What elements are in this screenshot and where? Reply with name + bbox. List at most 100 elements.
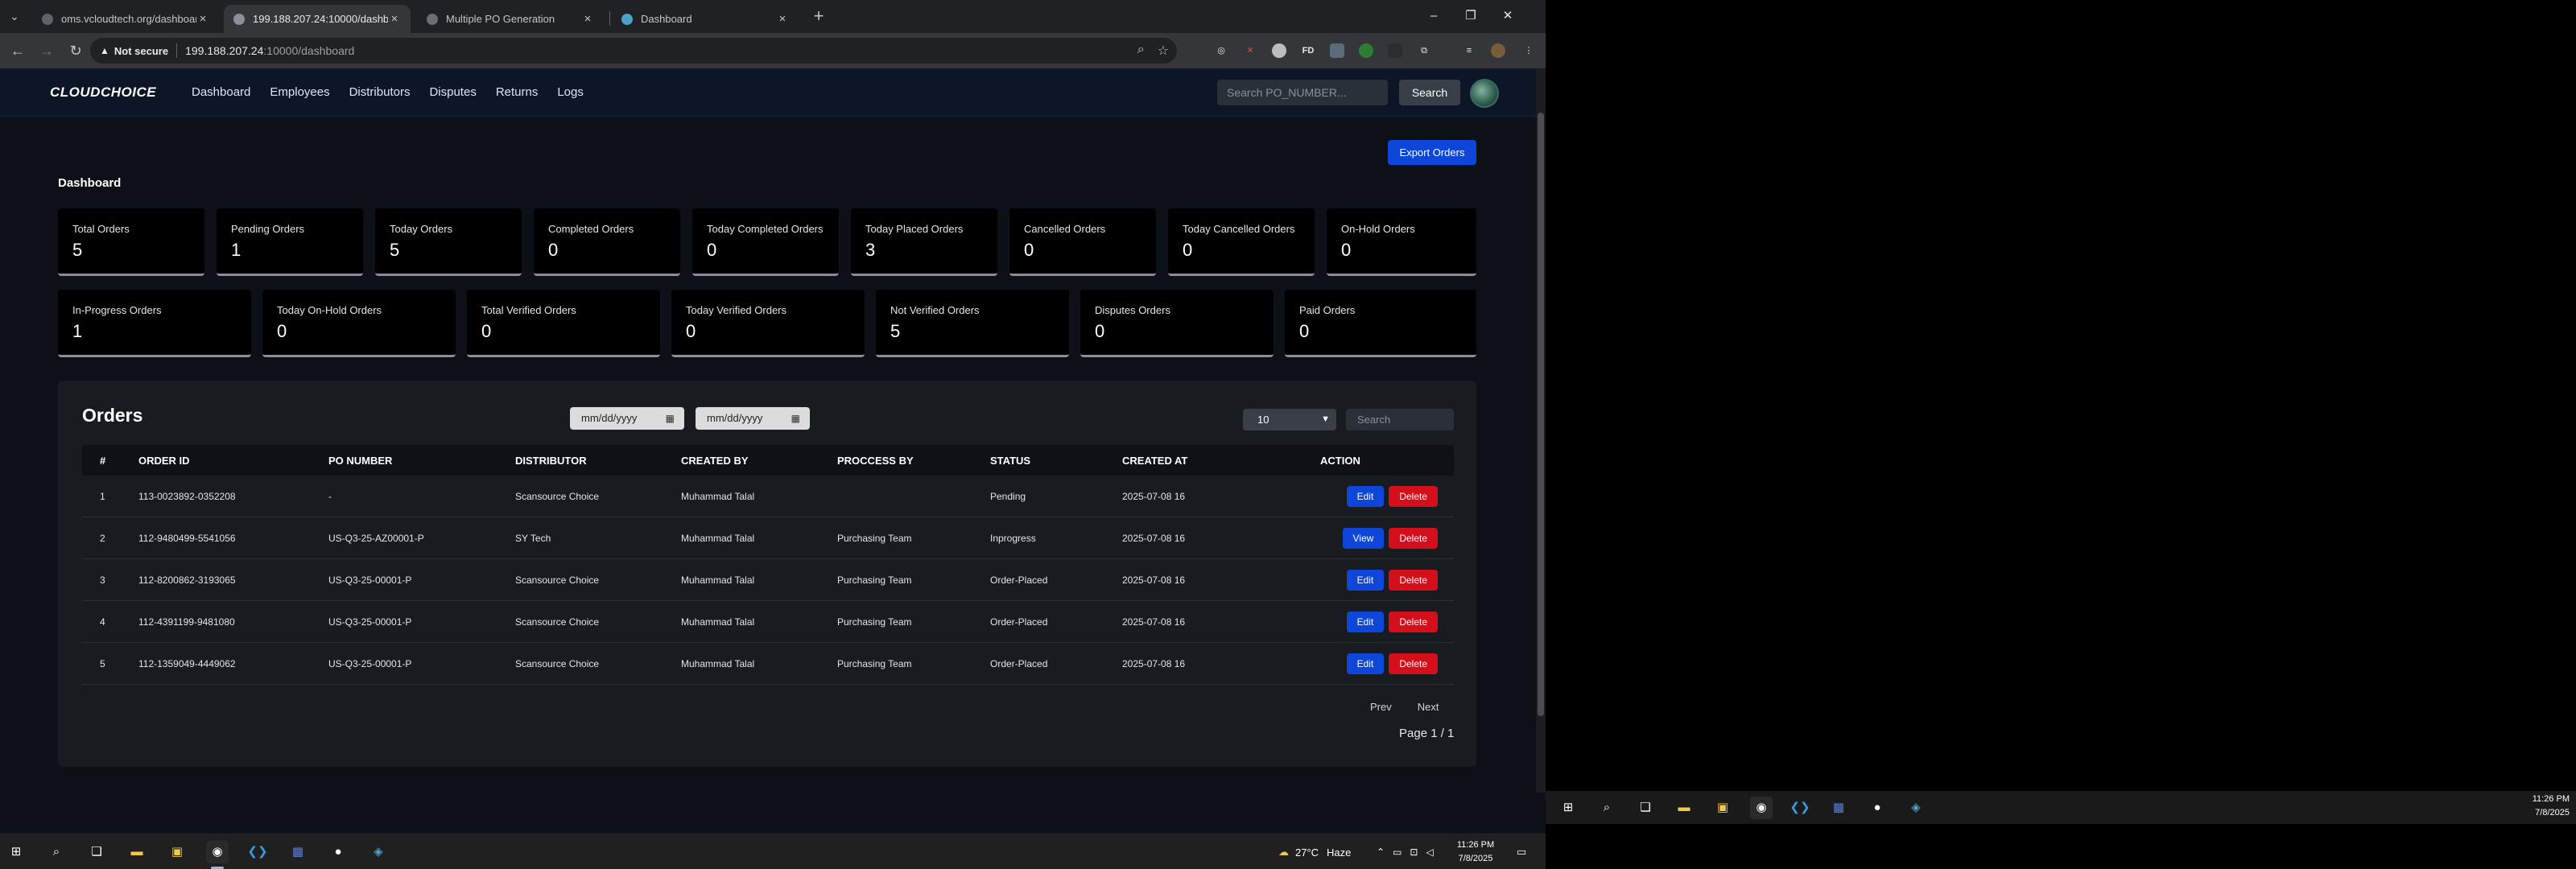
cell-num: 4 xyxy=(100,616,105,628)
back-icon[interactable]: ← xyxy=(8,41,27,60)
edit-button[interactable]: Edit xyxy=(1346,569,1385,591)
battery-icon[interactable]: ▭ xyxy=(1393,846,1402,858)
security-indicator[interactable]: ▲ Not secure xyxy=(100,45,168,57)
blocked-extension-icon[interactable]: ✕ xyxy=(1243,43,1257,58)
task-view-icon[interactable]: ❏ xyxy=(1634,797,1657,819)
nav-link-returns[interactable]: Returns xyxy=(496,85,539,99)
start-date-input[interactable]: mm/dd/yyyy ▦ xyxy=(570,407,684,430)
app-circle-icon[interactable]: ● xyxy=(327,841,349,863)
app-logo-icon[interactable]: ◈ xyxy=(1905,797,1927,819)
vscode-icon[interactable]: ❮❯ xyxy=(1789,797,1811,819)
close-window-icon[interactable]: ✕ xyxy=(1489,5,1526,27)
calendar-icon[interactable]: ▦ xyxy=(666,407,675,430)
browser-tab-3[interactable]: Multiple PO Generation × xyxy=(417,5,604,33)
chrome-icon[interactable]: ◉ xyxy=(206,841,229,863)
browser-tab-1[interactable]: oms.vcloudtech.org/dashboard × xyxy=(32,5,219,33)
prev-page-button[interactable]: Prev xyxy=(1370,701,1392,713)
search-button[interactable]: Search xyxy=(1399,80,1460,105)
page-size-select[interactable]: 10 ▼ xyxy=(1243,409,1336,430)
windows-start-icon[interactable]: ⊞ xyxy=(1557,797,1579,819)
edit-button[interactable]: Edit xyxy=(1346,485,1385,507)
nav-link-dashboard[interactable]: Dashboard xyxy=(192,85,250,99)
vscode-icon[interactable]: ❮❯ xyxy=(246,841,269,863)
search-icon[interactable]: ⌕ xyxy=(45,841,68,863)
close-tab-icon[interactable]: × xyxy=(196,12,209,26)
edit-button[interactable]: Edit xyxy=(1346,611,1385,632)
new-tab-icon[interactable]: + xyxy=(809,7,828,27)
secondary-taskbar-clock[interactable]: 11:26 PM 7/8/2025 xyxy=(2528,793,2576,820)
dark-extension-icon[interactable] xyxy=(1388,43,1402,58)
view-button[interactable]: View xyxy=(1342,527,1385,549)
table-search-input[interactable]: Search xyxy=(1346,409,1454,430)
menu-kebab-icon[interactable]: ⋮ xyxy=(1521,43,1536,58)
edit-button[interactable]: Edit xyxy=(1346,653,1385,674)
url-host: 199.188.207.24 xyxy=(185,44,264,57)
minimize-icon[interactable]: – xyxy=(1415,5,1452,27)
browser-tab-2[interactable]: 199.188.207.24:10000/dashboard × xyxy=(224,5,411,33)
delete-button[interactable]: Delete xyxy=(1389,611,1438,632)
tray-chevron-icon[interactable]: ⌃ xyxy=(1377,846,1385,858)
browser-tabstrip: ⌄ oms.vcloudtech.org/dashboard × 199.188… xyxy=(0,0,1546,33)
puzzle-extensions-icon[interactable]: ⧉ xyxy=(1417,43,1431,58)
restore-icon[interactable]: ❐ xyxy=(1452,5,1489,27)
bookmark-star-icon[interactable]: ☆ xyxy=(1158,43,1169,59)
end-date-input[interactable]: mm/dd/yyyy ▦ xyxy=(696,407,810,430)
page-scrollbar-thumb[interactable] xyxy=(1538,113,1544,716)
image-extension-icon[interactable] xyxy=(1330,43,1344,58)
network-icon[interactable]: ⊡ xyxy=(1410,846,1418,858)
shield-extension-icon[interactable] xyxy=(1359,43,1373,58)
tab-search-icon[interactable]: ⌄ xyxy=(6,8,23,24)
delete-button[interactable]: Delete xyxy=(1389,485,1438,507)
volume-icon[interactable]: ◁ xyxy=(1426,846,1433,858)
weather-widget[interactable]: ☁ 27°C Haze xyxy=(1278,834,1351,869)
next-page-button[interactable]: Next xyxy=(1418,701,1439,713)
zoom-app-icon[interactable]: ▩ xyxy=(1827,797,1850,819)
forward-icon[interactable]: → xyxy=(37,41,56,60)
app-logo-icon[interactable]: ◈ xyxy=(367,841,390,863)
chrome-icon[interactable]: ◉ xyxy=(1750,797,1773,819)
file-explorer-icon[interactable]: ▬ xyxy=(1673,797,1695,819)
task-view-icon[interactable]: ❏ xyxy=(85,841,108,863)
delete-button[interactable]: Delete xyxy=(1389,569,1438,591)
address-bar[interactable]: ▲ Not secure 199.188.207.24 :10000/dashb… xyxy=(90,38,1177,64)
app-logo[interactable]: CLOUDCHOICE xyxy=(50,84,156,101)
profile-avatar[interactable] xyxy=(1491,43,1505,58)
stat-label: Paid Orders xyxy=(1299,304,1356,316)
zoom-icon[interactable]: ⌕ xyxy=(1137,43,1145,59)
clock-date: 7/8/2025 xyxy=(1458,854,1493,863)
file-explorer-icon[interactable]: ▬ xyxy=(126,841,148,863)
stat-value: 0 xyxy=(1341,240,1352,260)
close-tab-icon[interactable]: × xyxy=(388,12,401,26)
cell-po-number: US-Q3-25-00001-P xyxy=(328,574,412,586)
zoom-app-icon[interactable]: ▩ xyxy=(287,841,309,863)
cell-status: Inprogress xyxy=(990,532,1036,544)
incognito-extension-icon[interactable]: ◎ xyxy=(1214,43,1228,58)
close-tab-icon[interactable]: × xyxy=(776,12,789,26)
circle-extension-icon[interactable] xyxy=(1272,43,1286,58)
taskbar-clock[interactable]: 11:26 PM 7/8/2025 xyxy=(1455,838,1496,866)
nav-link-logs[interactable]: Logs xyxy=(557,85,584,99)
app-circle-icon[interactable]: ● xyxy=(1866,797,1889,819)
store-icon[interactable]: ▣ xyxy=(166,841,188,863)
search-icon[interactable]: ⌕ xyxy=(1596,797,1618,819)
reload-icon[interactable]: ↻ xyxy=(66,41,85,60)
export-orders-button[interactable]: Export Orders xyxy=(1388,140,1476,165)
cell-created-by: Muhammad Talal xyxy=(681,490,755,502)
windows-start-icon[interactable]: ⊞ xyxy=(5,841,27,863)
browser-tab-4[interactable]: Dashboard × xyxy=(612,5,799,33)
nav-link-disputes[interactable]: Disputes xyxy=(429,85,476,99)
nav-link-distributors[interactable]: Distributors xyxy=(349,85,411,99)
fd-extension-icon[interactable]: FD xyxy=(1301,43,1315,58)
clock-date: 7/8/2025 xyxy=(2535,808,2570,818)
nav-link-employees[interactable]: Employees xyxy=(270,85,329,99)
close-tab-icon[interactable]: × xyxy=(581,12,594,26)
delete-button[interactable]: Delete xyxy=(1389,527,1438,549)
media-controls-icon[interactable]: ≡ xyxy=(1462,43,1476,58)
calendar-icon[interactable]: ▦ xyxy=(791,407,800,430)
user-avatar[interactable] xyxy=(1470,79,1499,108)
po-search-input[interactable]: Search PO_NUMBER... xyxy=(1217,80,1388,105)
store-icon[interactable]: ▣ xyxy=(1711,797,1734,819)
notification-icon[interactable]: ▭ xyxy=(1510,841,1533,863)
delete-button[interactable]: Delete xyxy=(1389,653,1438,674)
cell-actions: Edit Delete xyxy=(1320,611,1454,632)
